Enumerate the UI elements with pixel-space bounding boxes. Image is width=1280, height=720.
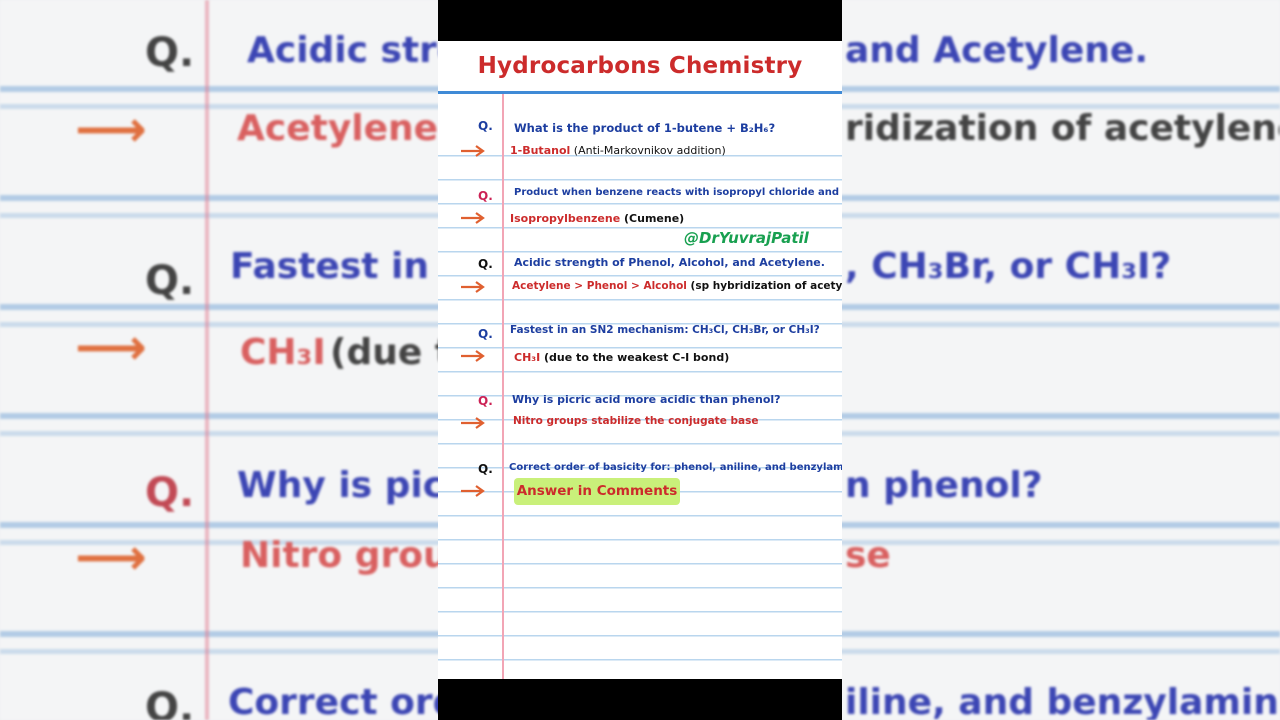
question-4: Fastest in an SN2 mechanism: CH₃Cl, CH₃B… [510, 324, 820, 336]
margin-line [502, 94, 504, 679]
arrow-right-icon [461, 350, 485, 362]
creator-handle: @DrYuvrajPatil [684, 229, 809, 247]
answer-1: 1-Butanol (Anti-Markovnikov addition) [510, 144, 726, 157]
answer-3-main: Acetylene > Phenol > Alcohol [512, 280, 687, 292]
answer-5: Nitro groups stabilize the conjugate bas… [513, 415, 759, 427]
bg-arrow-icon: ⟶ [75, 528, 147, 586]
bg-question-text: and Acetylene. [845, 30, 1148, 71]
bg-answer-text: ridization of acetylene) [845, 108, 1280, 149]
answer-1-rest: (Anti-Markovnikov addition) [570, 144, 726, 157]
bg-q-marker: Q. [145, 470, 195, 516]
q-marker: Q. [478, 257, 493, 271]
notebook-page: Hydrocarbons Chemistry Q. What is the pr… [438, 41, 842, 679]
bg-answer-text: (due t [330, 332, 453, 373]
bg-arrow-icon: ⟶ [75, 100, 147, 158]
question-6: Correct order of basicity for: phenol, a… [509, 462, 842, 473]
arrow-right-icon [461, 485, 485, 497]
question-2: Product when benzene reacts with isoprop… [514, 187, 842, 198]
bg-answer-text: se [845, 535, 891, 576]
answer-4-main: CH₃I [514, 351, 541, 364]
answer-4-rest: (due to the weakest C-I bond) [540, 351, 730, 364]
bg-question-text: , CH₃Br, or CH₃I? [845, 246, 1172, 287]
header-rule [438, 91, 842, 94]
question-3: Acidic strength of Phenol, Alcohol, and … [514, 256, 825, 269]
arrow-right-icon [461, 145, 485, 157]
answer-3: Acetylene > Phenol > Alcohol (sp hybridi… [512, 280, 842, 292]
answer-3-rest: (sp hybridization of acetylene) [690, 280, 842, 292]
bg-answer-text: CH₃I [240, 332, 326, 373]
arrow-right-icon [461, 417, 485, 429]
question-1: What is the product of 1-butene + B₂H₆? [514, 121, 776, 135]
answer-2-rest: (Cumene) [620, 212, 685, 225]
answer-4: CH₃I (due to the weakest C-I bond) [514, 351, 729, 364]
q-marker: Q. [478, 327, 493, 341]
bg-margin-line [205, 0, 209, 720]
bg-q-marker: Q. [145, 258, 195, 304]
arrow-right-icon [461, 281, 485, 293]
question-5: Why is picric acid more acidic than phen… [512, 393, 781, 406]
q-marker: Q. [478, 462, 493, 476]
bg-arrow-icon: ⟶ [75, 318, 147, 376]
answer-1-main: 1-Butanol [510, 144, 571, 157]
bg-question-text: Acidic stre [247, 30, 462, 71]
answer-2-main: Isopropylbenzene [510, 212, 621, 225]
page-title: Hydrocarbons Chemistry [477, 53, 803, 79]
q-marker: Q. [478, 189, 493, 203]
bg-question-text: n phenol? [845, 465, 1043, 506]
answer-in-comments-badge: Answer in Comments [514, 478, 680, 505]
answer-2: Isopropylbenzene (Cumene) [510, 212, 684, 225]
q-marker: Q. [478, 394, 493, 408]
bg-q-marker: Q. [145, 685, 195, 720]
bg-question-text: iline, and benzylamine? [845, 682, 1280, 720]
arrow-right-icon [461, 212, 485, 224]
bg-q-marker: Q. [145, 30, 195, 76]
q-marker: Q. [478, 119, 493, 133]
